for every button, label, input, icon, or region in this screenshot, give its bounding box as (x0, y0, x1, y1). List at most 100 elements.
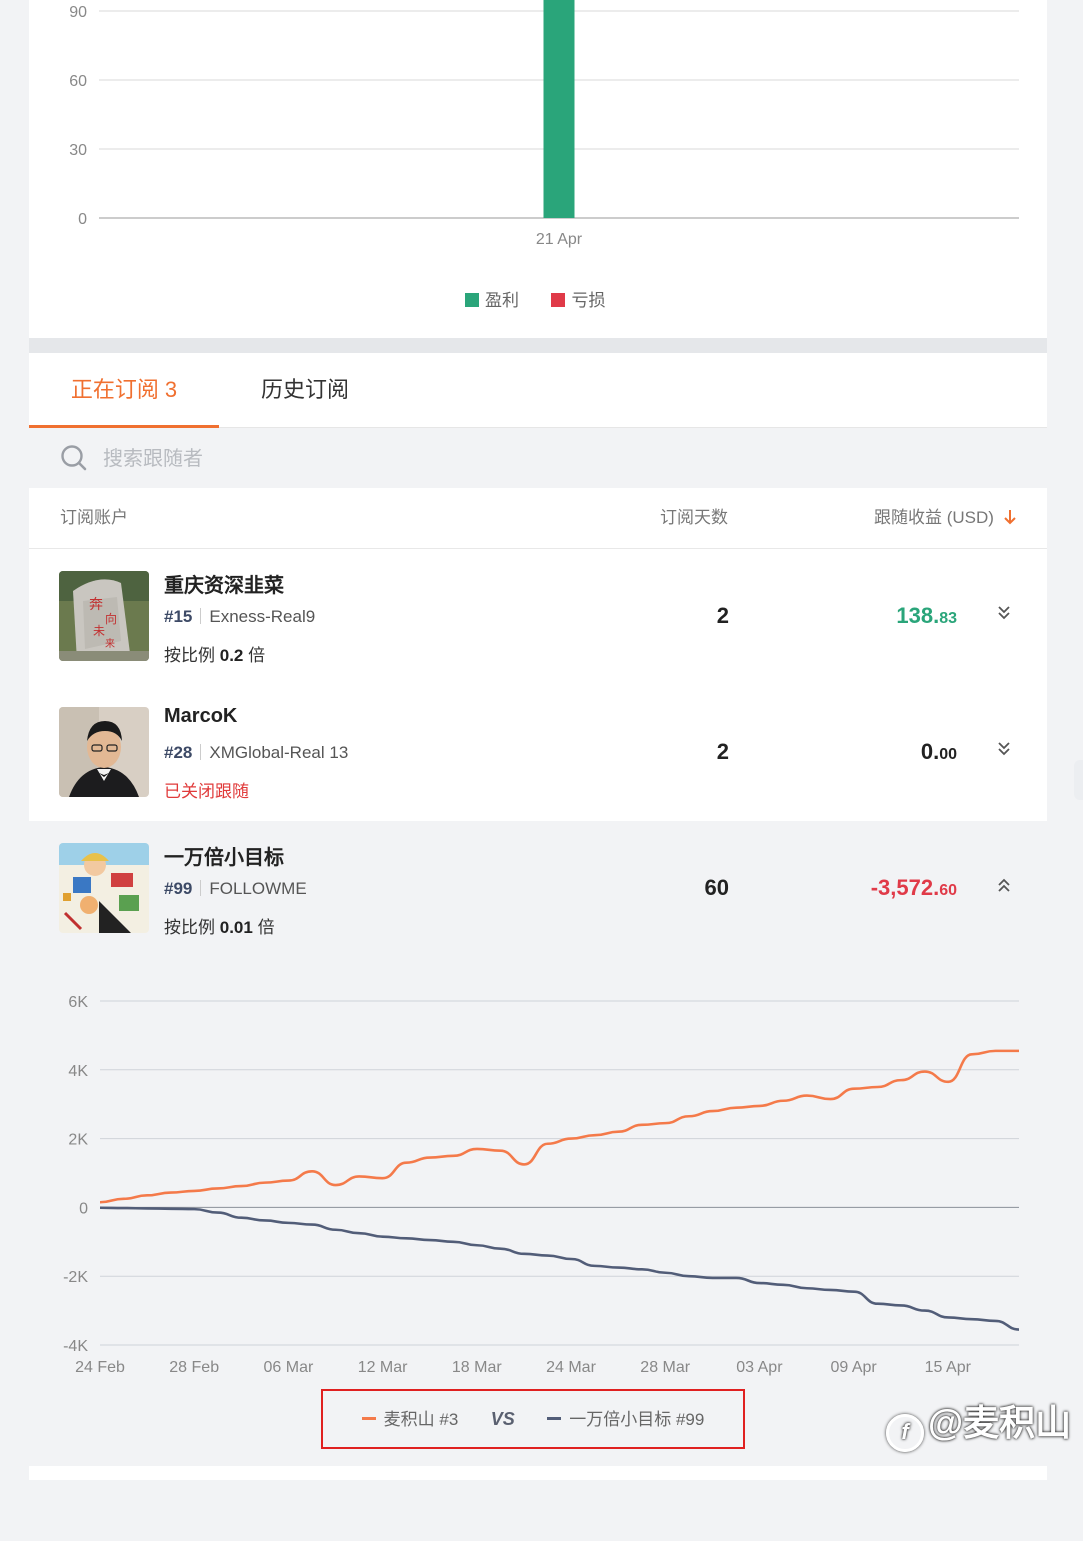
svg-text:向: 向 (105, 611, 117, 626)
chevron-double-down-icon[interactable] (997, 741, 1011, 762)
tab-history-label: 历史订阅 (260, 377, 349, 402)
comparison-legend: 麦积山 #3 VS 一万倍小目标 #99 (321, 1389, 745, 1449)
legend-series-a[interactable]: 麦积山 #3 (361, 1410, 463, 1429)
x-tick-label: 24 Mar (546, 1359, 596, 1376)
follow-profit: 138.83 (896, 603, 957, 629)
chevron-double-down-icon[interactable] (997, 605, 1011, 626)
account-meta: #15 Exness-Real9 (164, 607, 315, 627)
column-header-profit[interactable]: 跟随收益 (USD) (874, 488, 1017, 548)
arrow-down-icon[interactable] (1003, 508, 1017, 526)
footer-strip (29, 1466, 1047, 1480)
legend-series-b[interactable]: 一万倍小目标 #99 (547, 1410, 705, 1429)
follow-ratio: 按比例 0.2 倍 (164, 641, 265, 666)
avatar[interactable] (59, 843, 149, 933)
ratio-prefix: 按比例 (164, 918, 215, 937)
vs-label: VS (490, 1409, 515, 1429)
legend-loss-swatch (551, 293, 566, 307)
table-header: 订阅账户 订阅天数 跟随收益 (USD) (29, 488, 1047, 549)
avatar-comic-image (59, 843, 149, 933)
section-divider (29, 338, 1047, 353)
y-tick-label: 0 (78, 211, 87, 228)
side-handle (1074, 760, 1083, 800)
series-line-b (99, 1206, 1020, 1331)
ratio-value: 0.01 (219, 918, 253, 937)
legend-series-a-label: 麦积山 #3 (383, 1410, 459, 1429)
profit-decimal: 00 (939, 746, 957, 763)
account-name[interactable]: MarcoK (164, 705, 237, 728)
legend-loss[interactable]: 亏损 (551, 291, 605, 310)
legend-series-b-label: 一万倍小目标 #99 (569, 1410, 705, 1429)
meta-divider (200, 608, 202, 624)
profit-bar (543, 0, 575, 218)
search-icon[interactable] (60, 444, 88, 472)
x-tick-label: 18 Mar (452, 1359, 502, 1376)
avatar[interactable] (59, 707, 149, 797)
avatar[interactable]: 奔 向 未 来 (59, 571, 149, 661)
account-rank: #28 (164, 743, 193, 762)
bar-chart-legend: 盈利 亏损 (465, 286, 605, 311)
legend-series-b-swatch (547, 1417, 562, 1420)
ratio-suffix: 倍 (248, 646, 266, 665)
x-tick-label: 12 Mar (358, 1359, 408, 1376)
search-bar (29, 428, 1047, 488)
subscription-tabs: 正在订阅 3 历史订阅 (29, 353, 1047, 428)
comparison-line-chart: 6K 4K 2K 0 -2K -4K 24 Feb 28 Feb 06 Mar 12 Mar 18 … (63, 994, 1020, 1376)
x-tick-label: 06 Mar (264, 1359, 314, 1376)
account-name[interactable]: 一万倍小目标 (164, 841, 284, 870)
account-name[interactable]: 重庆资深韭菜 (164, 569, 284, 598)
meta-divider (200, 880, 202, 896)
profit-loss-chart-panel: 0 30 60 90 21 Apr 盈利 亏损 (29, 0, 1047, 338)
watermark-text: @麦积山 (928, 1402, 1072, 1443)
search-followers-input[interactable] (101, 440, 505, 478)
x-tick-label: 15 Apr (925, 1359, 972, 1376)
x-tick-label: 24 Feb (75, 1359, 125, 1376)
legend-profit[interactable]: 盈利 (465, 291, 523, 310)
ratio-prefix: 按比例 (164, 646, 215, 665)
profit-decimal: 83 (939, 610, 957, 627)
meta-divider (200, 744, 202, 760)
account-broker: FOLLOWME (209, 879, 307, 898)
x-tick-label: 03 Apr (736, 1359, 783, 1376)
account-broker: XMGlobal-Real 13 (209, 743, 349, 762)
y-tick-label: -4K (63, 1338, 88, 1355)
account-rank: #15 (164, 607, 193, 626)
follow-status-closed: 已关闭跟随 (164, 782, 249, 801)
tab-active-label: 正在订阅 3 (70, 377, 178, 402)
y-tick-label: 30 (69, 142, 87, 159)
y-tick-label: 4K (68, 1063, 88, 1080)
profit-integer: -3,572. (870, 875, 940, 900)
tab-active-subscriptions[interactable]: 正在订阅 3 (29, 353, 219, 428)
chevron-double-up-icon[interactable] (997, 877, 1011, 898)
follow-ratio: 按比例 0.01 倍 (164, 913, 275, 938)
avatar-portrait-image (59, 707, 149, 797)
svg-text:来: 来 (105, 638, 115, 650)
series-line-a (99, 1049, 1019, 1204)
x-tick-label: 09 Apr (830, 1359, 877, 1376)
subscription-days: 2 (716, 603, 729, 628)
x-tick-label: 28 Feb (169, 1359, 219, 1376)
table-row[interactable]: MarcoK #28 XMGlobal-Real 13 已关闭跟随 2 0.00 (29, 685, 1047, 822)
table-row-expanded[interactable]: 一万倍小目标 #99 FOLLOWME 按比例 0.01 倍 60 -3,572.… (29, 821, 1047, 1466)
legend-series-a-swatch (361, 1417, 376, 1420)
profit-integer: 138. (896, 603, 940, 628)
account-meta: #28 XMGlobal-Real 13 (164, 743, 348, 763)
profit-integer: 0. (920, 739, 940, 764)
svg-text:未: 未 (93, 624, 105, 638)
column-header-days: 订阅天数 (660, 508, 728, 527)
tab-history-subscriptions[interactable]: 历史订阅 (225, 353, 385, 427)
x-tick-label: 21 Apr (536, 231, 583, 248)
y-tick-label: 90 (69, 4, 87, 21)
platform-logo-icon: f (886, 1414, 924, 1452)
profit-decimal: 60 (939, 882, 957, 899)
ratio-value: 0.2 (219, 646, 244, 665)
column-header-profit-label: 跟随收益 (USD) (874, 508, 994, 527)
avatar-stone-image: 奔 向 未 来 (59, 571, 149, 661)
subscription-days: 60 (704, 875, 729, 900)
y-tick-label: 60 (69, 73, 87, 90)
watermark: f @麦积山 (886, 1394, 1071, 1452)
legend-profit-label: 盈利 (485, 291, 519, 310)
table-row[interactable]: 奔 向 未 来 重庆资深韭菜 #15 Exness-Real9 按比例 0.2 倍… (29, 549, 1047, 686)
y-tick-label: 0 (79, 1200, 88, 1217)
follow-profit: -3,572.60 (871, 875, 957, 901)
y-tick-label: -2K (63, 1269, 88, 1286)
